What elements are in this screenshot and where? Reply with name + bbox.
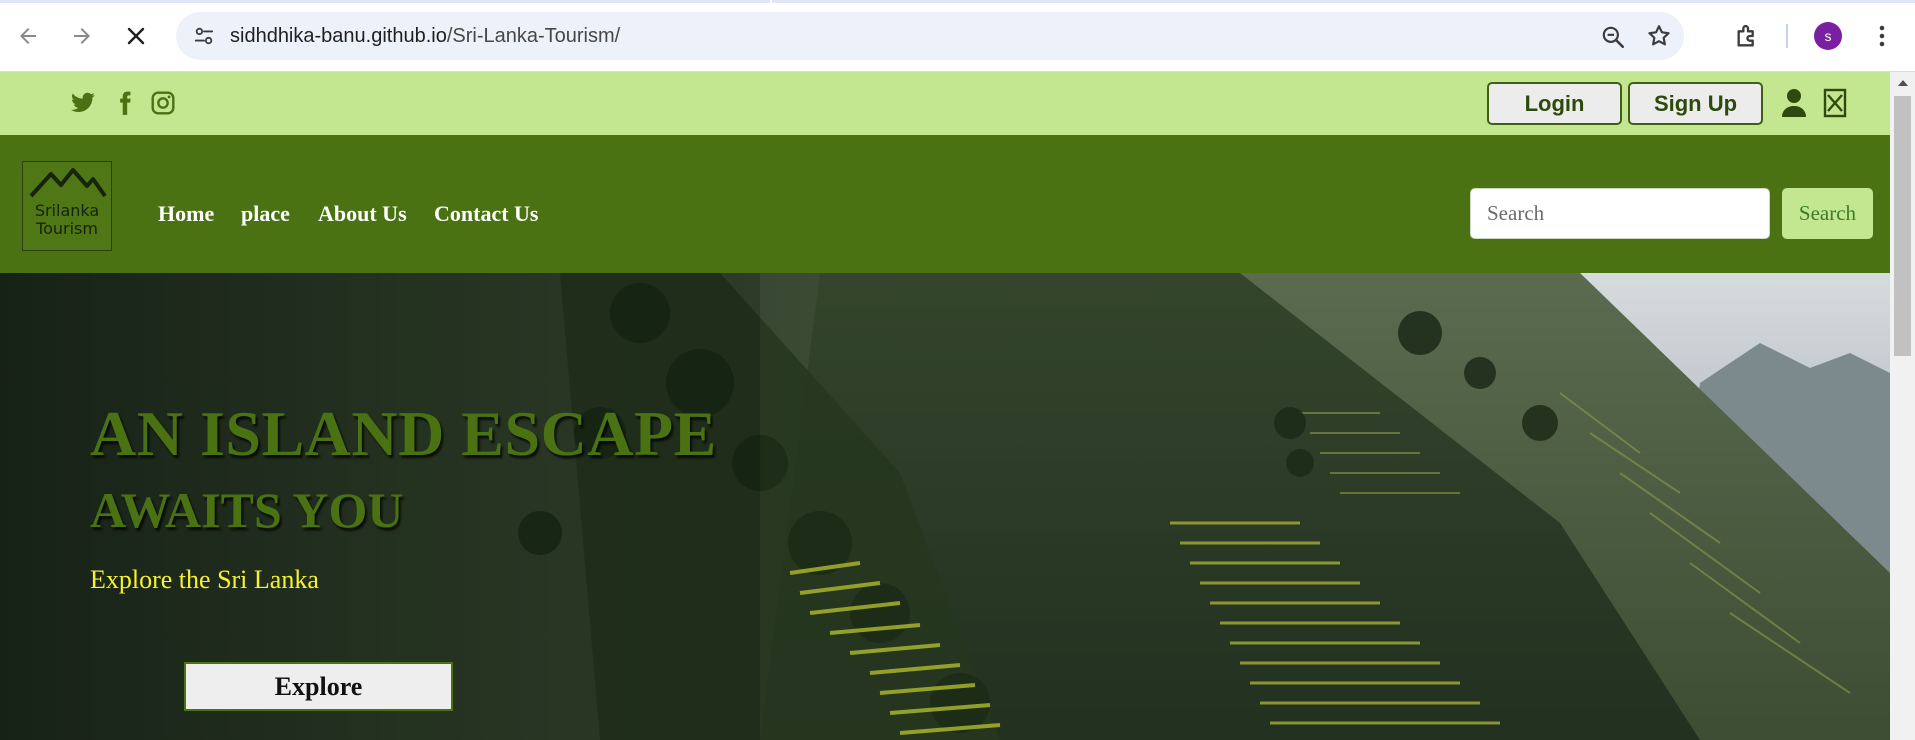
profile-avatar[interactable]: s bbox=[1814, 22, 1842, 50]
toolbar-separator bbox=[1786, 24, 1788, 48]
instagram-icon bbox=[151, 91, 175, 115]
nav-link-place[interactable]: place bbox=[241, 201, 290, 227]
stop-loading-button[interactable] bbox=[118, 18, 154, 54]
site-info-icon bbox=[194, 27, 214, 45]
top-bar: Login Sign Up bbox=[0, 72, 1890, 135]
mountain-logo-icon bbox=[29, 168, 107, 198]
back-arrow-icon bbox=[20, 28, 36, 44]
kebab-menu-icon[interactable] bbox=[1870, 22, 1894, 50]
tab-strip-edge bbox=[0, 0, 1915, 4]
site-logo[interactable]: Srilanka Tourism bbox=[22, 161, 112, 251]
explore-button[interactable]: Explore bbox=[184, 662, 453, 711]
extensions-icon[interactable] bbox=[1734, 22, 1762, 50]
tab-strip-segment bbox=[772, 0, 1915, 3]
twitter-icon bbox=[71, 92, 95, 112]
hero-subtitle: Explore the Sri Lanka bbox=[90, 565, 319, 594]
zoom-icon[interactable] bbox=[1600, 24, 1626, 50]
scrollbar-thumb[interactable] bbox=[1894, 96, 1911, 356]
site-info-button[interactable] bbox=[190, 22, 218, 50]
page-viewport: Login Sign Up Srilanka Tourism Home plac… bbox=[0, 72, 1890, 740]
nav-link-home[interactable]: Home bbox=[158, 201, 214, 227]
search-button[interactable]: Search bbox=[1782, 188, 1873, 239]
logo-text-line2: Tourism bbox=[36, 219, 98, 238]
url-host: sidhdhika-banu.github.io bbox=[230, 25, 447, 47]
forward-button[interactable] bbox=[64, 18, 100, 54]
nav-link-about-us[interactable]: About Us bbox=[318, 201, 407, 227]
facebook-icon bbox=[120, 91, 131, 115]
url-path: /Sri-Lanka-Tourism/ bbox=[446, 25, 621, 47]
forward-arrow-icon bbox=[74, 28, 90, 44]
bookmark-star-icon[interactable] bbox=[1646, 23, 1672, 49]
page-scrollbar[interactable] bbox=[1890, 72, 1915, 740]
hero-title-line1: AN ISLAND ESCAPE bbox=[90, 398, 717, 469]
logo-text-line1: Srilanka bbox=[34, 201, 100, 220]
browser-toolbar: sidhdhika-banu.github.io/Sri-Lanka-Touri… bbox=[0, 0, 1915, 72]
scroll-up-arrow-icon[interactable] bbox=[1898, 80, 1908, 86]
user-icon[interactable] bbox=[1779, 86, 1809, 120]
login-button[interactable]: Login bbox=[1487, 82, 1622, 125]
stop-loading-icon bbox=[127, 27, 145, 45]
back-button[interactable] bbox=[10, 18, 46, 54]
profile-initial: s bbox=[1824, 28, 1832, 44]
nav-link-contact-us[interactable]: Contact Us bbox=[434, 201, 539, 227]
address-bar[interactable]: sidhdhika-banu.github.io/Sri-Lanka-Touri… bbox=[176, 12, 1684, 60]
signup-button[interactable]: Sign Up bbox=[1628, 82, 1763, 125]
tab-strip-segment bbox=[0, 0, 770, 3]
hero-title-line2: AWAITS YOU bbox=[90, 482, 404, 538]
instagram-link[interactable] bbox=[148, 88, 178, 118]
close-box-icon[interactable] bbox=[1820, 86, 1850, 120]
twitter-link[interactable] bbox=[68, 88, 98, 118]
hero-section: AN ISLAND ESCAPE AWAITS YOU Explore the … bbox=[0, 273, 1890, 740]
url-text[interactable]: sidhdhika-banu.github.io/Sri-Lanka-Touri… bbox=[230, 25, 620, 48]
search-input[interactable]: Search bbox=[1470, 188, 1770, 239]
facebook-link[interactable] bbox=[110, 88, 140, 118]
